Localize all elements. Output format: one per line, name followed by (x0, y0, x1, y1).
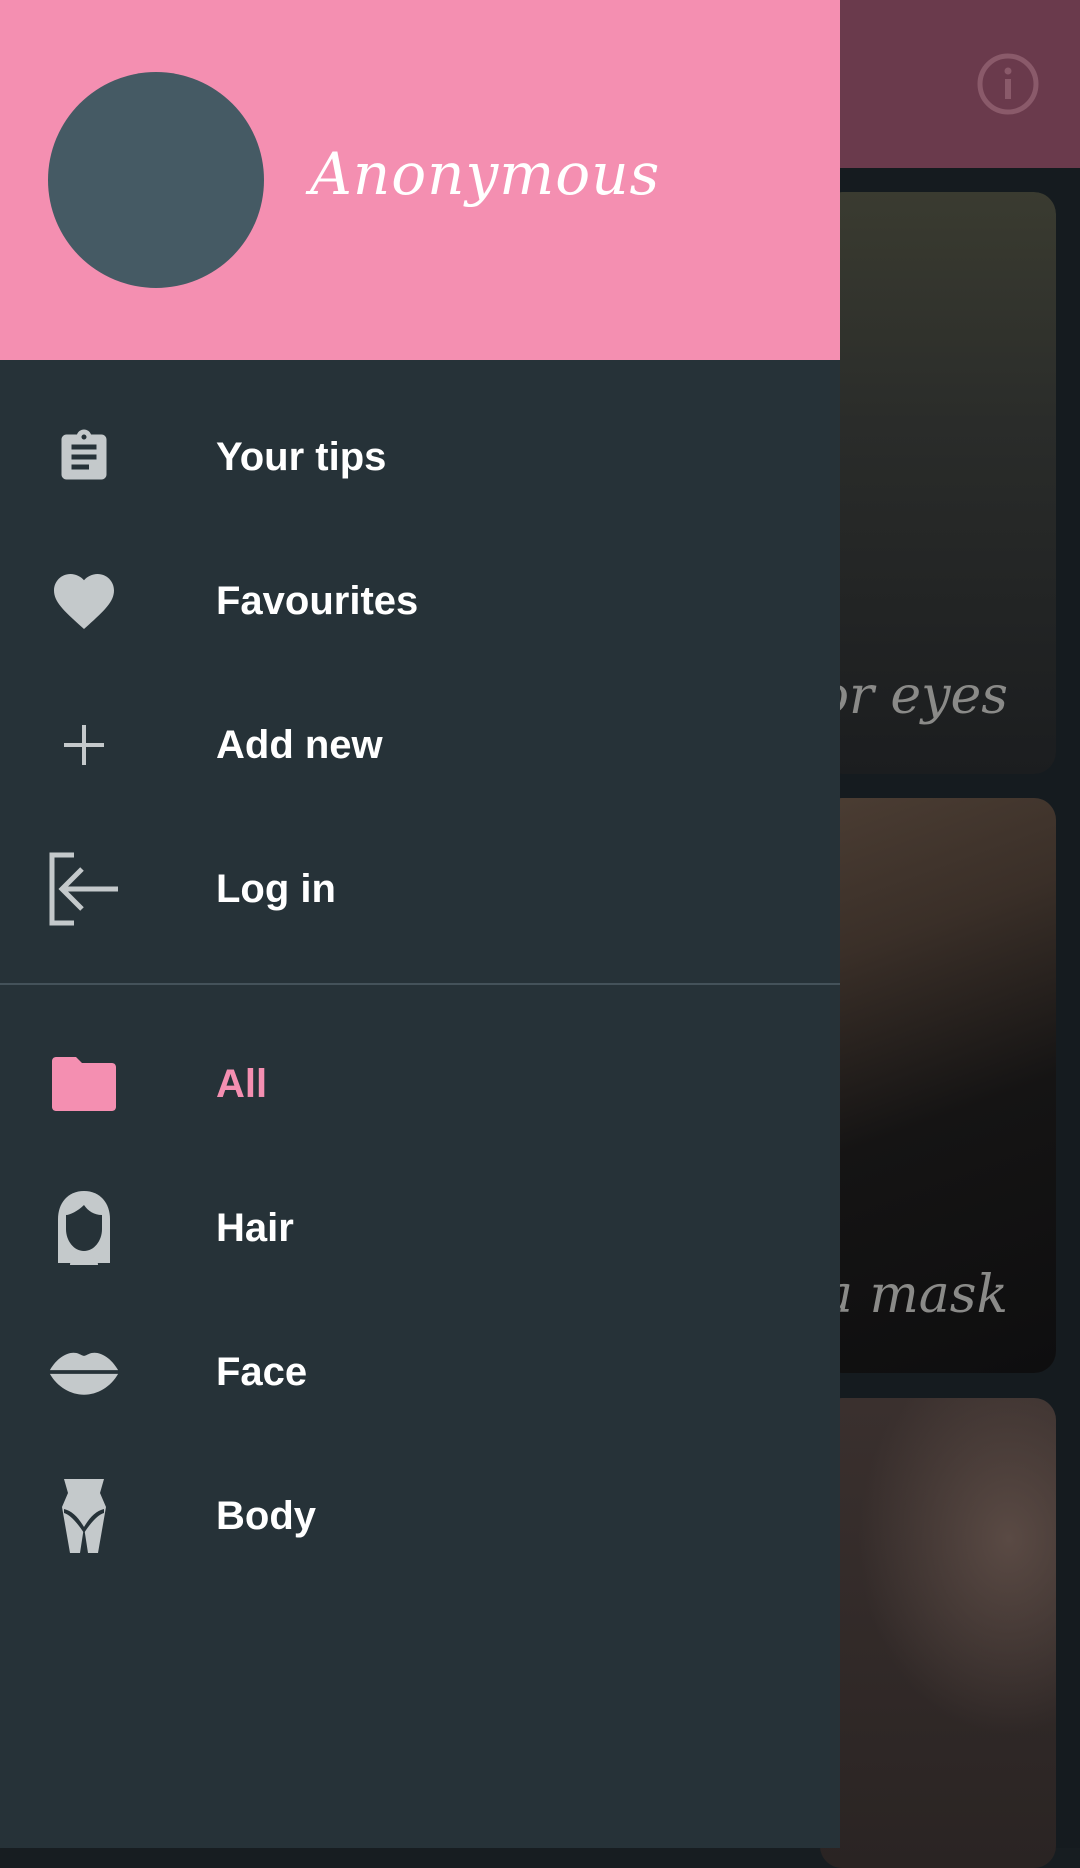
category-item-label: Body (216, 1494, 316, 1538)
category-item-label: Hair (216, 1206, 294, 1250)
drawer-header: Anonymous (0, 0, 840, 360)
menu-item-label: Your tips (216, 435, 387, 479)
hair-icon (48, 1191, 120, 1265)
avatar[interactable] (48, 72, 264, 288)
divider (0, 983, 840, 985)
tip-card-title: or eyes (820, 666, 1008, 726)
menu-item-favourites[interactable]: Favourites (0, 529, 840, 673)
plus-icon (48, 709, 120, 781)
menu-item-add-new[interactable]: Add new (0, 673, 840, 817)
tip-card[interactable]: or eyes (820, 192, 1056, 774)
category-item-label: All (216, 1062, 268, 1106)
menu-item-label: Log in (216, 867, 336, 911)
username: Anonymous (310, 140, 661, 208)
navigation-drawer: Anonymous Your tips Favourites Add new L… (0, 0, 840, 1848)
category-item-body[interactable]: Body (0, 1444, 840, 1588)
clipboard-icon (48, 421, 120, 493)
tip-card-title: a mask (821, 1265, 1008, 1325)
category-item-label: Face (216, 1350, 308, 1394)
lips-icon (48, 1336, 120, 1408)
category-item-face[interactable]: Face (0, 1300, 840, 1444)
info-icon[interactable] (976, 52, 1040, 116)
folder-icon (48, 1048, 120, 1120)
tip-card[interactable] (820, 1398, 1056, 1868)
category-item-hair[interactable]: Hair (0, 1156, 840, 1300)
menu-item-your-tips[interactable]: Your tips (0, 385, 840, 529)
tip-card[interactable]: a mask (820, 798, 1056, 1373)
menu-item-label: Add new (216, 723, 383, 767)
category-item-all[interactable]: All (0, 1012, 840, 1156)
menu-item-log-in[interactable]: Log in (0, 817, 840, 961)
menu-item-label: Favourites (216, 579, 419, 623)
login-icon (48, 852, 120, 926)
body-icon (48, 1479, 120, 1553)
heart-icon (48, 565, 120, 637)
